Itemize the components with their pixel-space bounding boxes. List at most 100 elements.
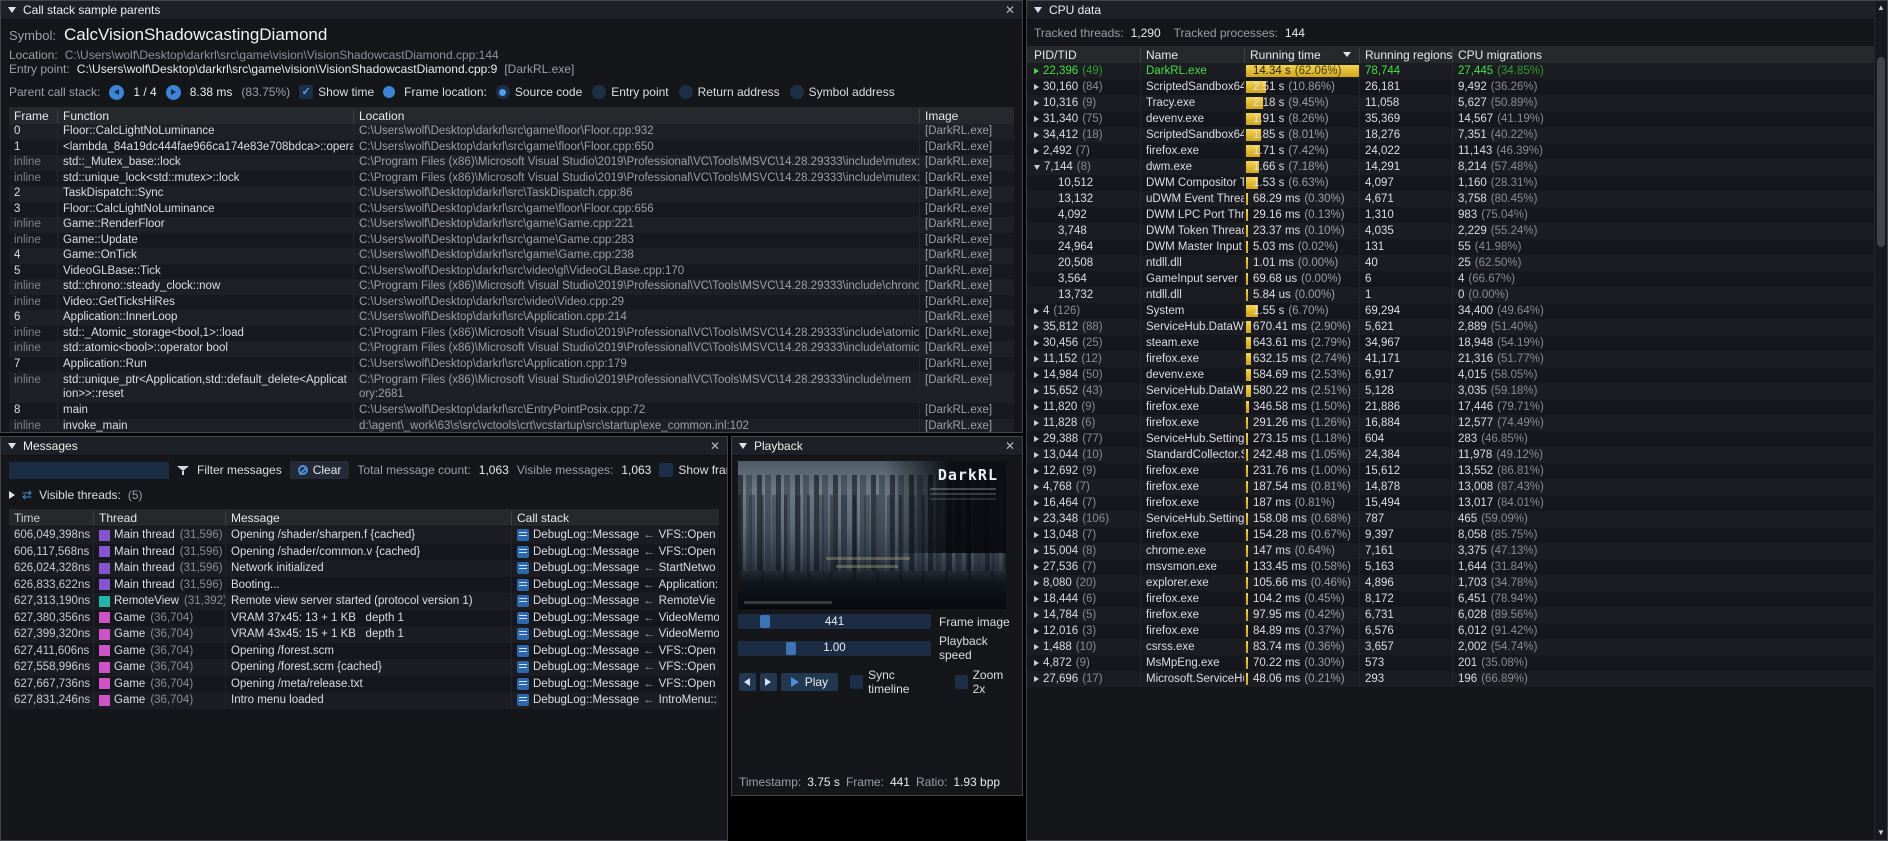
cpu-row[interactable]: 10,316(9)Tracy.exe2.18 s(9.45%)11,0585,6… — [1027, 95, 1874, 111]
cpu-row[interactable]: 13,048(7)firefox.exe154.28 ms(0.67%)9,39… — [1027, 527, 1874, 543]
cpu-row[interactable]: 4,872(9)MsMpEng.exe70.22 ms(0.30%)573201… — [1027, 655, 1874, 671]
callstack-cell[interactable]: DebugLog::Message←VideoMemo — [511, 626, 719, 643]
cpu-row[interactable]: 1,488(10)csrss.exe83.74 ms(0.36%)3,6572,… — [1027, 639, 1874, 655]
cpu-row[interactable]: 2,492(7)firefox.exe1.71 s(7.42%)24,02211… — [1027, 143, 1874, 159]
step-back-button[interactable] — [739, 673, 756, 691]
cpu-row[interactable]: 27,696(17)Microsoft.ServiceHub.Co48.06 m… — [1027, 671, 1874, 687]
column-pid-tid[interactable]: PID/TID — [1027, 48, 1140, 62]
callstack-row[interactable]: 6Application::InnerLoopC:\Users\wolf\Des… — [9, 310, 1014, 326]
visible-threads-row[interactable]: ⇄ Visible threads: (5) — [9, 487, 719, 503]
expand-arrow-icon[interactable] — [1034, 388, 1039, 394]
expand-arrow-icon[interactable] — [1034, 564, 1039, 570]
message-row[interactable]: 627,667,736nsGame(36,704)Opening /meta/r… — [9, 676, 719, 693]
show-frame-checkbox[interactable]: Show frame — [659, 463, 728, 477]
expand-arrow-icon[interactable] — [1034, 468, 1039, 474]
expand-arrow-icon[interactable] — [1034, 628, 1039, 634]
expand-arrow-icon[interactable] — [1034, 676, 1039, 682]
playback-titlebar[interactable]: Playback ✕ — [732, 437, 1022, 456]
collapse-icon[interactable] — [739, 443, 747, 449]
message-row[interactable]: 627,411,606nsGame(36,704)Opening /forest… — [9, 643, 719, 660]
scroll-up-icon[interactable]: ▲ — [1875, 4, 1887, 12]
messages-titlebar[interactable]: Messages ✕ — [1, 437, 727, 456]
messages-table-header[interactable]: Time Thread Message Call stack — [9, 509, 719, 526]
cpu-row[interactable]: 14,984(50)devenv.exe584.69 ms(2.53%)6,91… — [1027, 367, 1874, 383]
message-row[interactable]: 627,831,246nsGame(36,704)Intro menu load… — [9, 692, 719, 709]
callstack-cell[interactable]: DebugLog::Message←VFS::Open — [511, 544, 719, 561]
expand-arrow-icon[interactable] — [1034, 340, 1039, 346]
callstack-row[interactable]: 3Floor::CalcLightNoLuminanceC:\Users\wol… — [9, 202, 1014, 218]
expand-arrow-icon[interactable] — [1034, 548, 1039, 554]
cpu-row[interactable]: 31,340(75)devenv.exe1.91 s(8.26%)35,3691… — [1027, 111, 1874, 127]
callstack-row[interactable]: inlinestd::atomic<bool>::operator boolC:… — [9, 341, 1014, 357]
cpu-row[interactable]: 22,396(49)DarkRL.exe14.34 s(62.06%)78,74… — [1027, 63, 1874, 79]
callstack-row[interactable]: 4Game::OnTickC:\Users\wolf\Desktop\darkr… — [9, 248, 1014, 264]
cpu-row[interactable]: 11,152(12)firefox.exe632.15 ms(2.74%)41,… — [1027, 351, 1874, 367]
cpu-row[interactable]: 10,512DWM Compositor Thread1.53 s(6.63%)… — [1027, 175, 1874, 191]
callstack-row[interactable]: 8mainC:\Users\wolf\Desktop\darkrl\src\En… — [9, 403, 1014, 419]
zoom-2x-checkbox[interactable]: Zoom 2x — [955, 668, 1016, 696]
callstack-cell[interactable]: DebugLog::Message←Application: — [511, 577, 719, 594]
cpu-row[interactable]: 15,004(8)chrome.exe147 ms(0.64%)7,1613,3… — [1027, 543, 1874, 559]
show-time-checkbox[interactable]: ✓ Show time — [299, 85, 374, 99]
cpu-table-header[interactable]: PID/TID Name Running time Running region… — [1027, 46, 1874, 63]
callstack-row[interactable]: 2TaskDispatch::SyncC:\Users\wolf\Desktop… — [9, 186, 1014, 202]
callstack-cell[interactable]: DebugLog::Message←VFS::Open — [511, 676, 719, 693]
expand-arrow-icon[interactable] — [1034, 596, 1039, 602]
expand-arrow-icon[interactable] — [1034, 660, 1039, 666]
prev-parent-button[interactable] — [109, 85, 124, 100]
expand-arrow-icon[interactable] — [1034, 500, 1039, 506]
cpu-row[interactable]: 3,564GameInput server69.68 us(0.00%)64(6… — [1027, 271, 1874, 287]
cpu-row[interactable]: 4,092DWM LPC Port Thread29.16 ms(0.13%)1… — [1027, 207, 1874, 223]
column-callstack[interactable]: Call stack — [511, 511, 719, 525]
speed-slider[interactable]: 1.00 — [738, 641, 931, 656]
cpu-row[interactable]: 14,784(5)firefox.exe97.95 ms(0.42%)6,731… — [1027, 607, 1874, 623]
callstack-row[interactable]: 0Floor::CalcLightNoLuminanceC:\Users\wol… — [9, 124, 1014, 140]
message-row[interactable]: 627,558,996nsGame(36,704)Opening /forest… — [9, 659, 719, 676]
cpu-row[interactable]: 12,016(3)firefox.exe84.89 ms(0.37%)6,576… — [1027, 623, 1874, 639]
play-button[interactable]: Play — [781, 673, 838, 691]
callstack-cell[interactable]: DebugLog::Message←VFS::Open — [511, 527, 719, 544]
callstack-row[interactable]: inlineGame::UpdateC:\Users\wolf\Desktop\… — [9, 233, 1014, 249]
callstack-row[interactable]: inlineGame::RenderFloorC:\Users\wolf\Des… — [9, 217, 1014, 233]
callstack-row[interactable]: 7Application::RunC:\Users\wolf\Desktop\d… — [9, 357, 1014, 373]
message-row[interactable]: 606,049,398nsMain thread(31,596)Opening … — [9, 527, 719, 544]
step-forward-button[interactable] — [760, 673, 777, 691]
cpu-row[interactable]: 16,464(7)firefox.exe187 ms(0.81%)15,4941… — [1027, 495, 1874, 511]
next-parent-button[interactable] — [166, 85, 181, 100]
column-message[interactable]: Message — [225, 511, 511, 525]
cpu-row[interactable]: 4(126)System1.55 s(6.70%)69,29434,400(49… — [1027, 303, 1874, 319]
scrollbar-thumb[interactable] — [1877, 57, 1885, 247]
expand-arrow-icon[interactable] — [1034, 404, 1039, 410]
expand-arrow-icon[interactable] — [1034, 580, 1039, 586]
message-row[interactable]: 627,380,356nsGame(36,704)VRAM 37x45: 13 … — [9, 610, 719, 627]
cpu-row[interactable]: 4,768(7)firefox.exe187.54 ms(0.81%)14,87… — [1027, 479, 1874, 495]
column-thread[interactable]: Thread — [93, 511, 225, 525]
scrollbar[interactable]: ▲ ▼ — [1874, 1, 1887, 840]
expand-arrow-icon[interactable] — [1034, 420, 1039, 426]
column-running-time[interactable]: Running time — [1244, 48, 1359, 62]
expand-arrow-icon[interactable] — [1034, 436, 1039, 442]
callstack-row[interactable]: inlinestd::_Mutex_base::lockC:\Program F… — [9, 155, 1014, 171]
expand-arrow-icon[interactable] — [1034, 612, 1039, 618]
cpu-row[interactable]: 27,536(7)msvsmon.exe133.45 ms(0.58%)5,16… — [1027, 559, 1874, 575]
column-function[interactable]: Function — [57, 109, 353, 123]
cpu-row[interactable]: 18,444(6)firefox.exe104.2 ms(0.45%)8,172… — [1027, 591, 1874, 607]
cpu-row[interactable]: 24,964DWM Master Input Threa5.03 ms(0.02… — [1027, 239, 1874, 255]
expand-arrow-icon[interactable] — [1034, 148, 1039, 154]
frame-location-radio-return-address[interactable]: Return address — [679, 85, 780, 99]
callstack-row[interactable]: inlinestd::chrono::steady_clock::nowC:\P… — [9, 279, 1014, 295]
column-cpu-migrations[interactable]: CPU migrations — [1452, 48, 1874, 62]
cpu-row[interactable]: 30,160(84)ScriptedSandbox64.exe2.51 s(10… — [1027, 79, 1874, 95]
scroll-down-icon[interactable]: ▼ — [1875, 829, 1887, 837]
expand-arrow-icon[interactable] — [1034, 132, 1039, 138]
callstack-table-header[interactable]: Frame Function Location Image — [9, 107, 1014, 124]
expand-arrow-icon[interactable] — [1034, 324, 1039, 330]
cpu-row[interactable]: 23,348(106)ServiceHub.SettingsHost158.08… — [1027, 511, 1874, 527]
message-row[interactable]: 626,024,328nsMain thread(31,596)Network … — [9, 560, 719, 577]
callstack-row[interactable]: inlinestd::unique_lock<std::mutex>::lock… — [9, 171, 1014, 187]
cpu-row[interactable]: 20,508ntdll.dll1.01 ms(0.00%)4025(62.50%… — [1027, 255, 1874, 271]
expand-arrow-icon[interactable] — [1034, 308, 1039, 314]
frame-slider[interactable]: 441 — [738, 614, 931, 629]
sort-desc-icon[interactable] — [1343, 52, 1351, 57]
callstack-row[interactable]: 1<lambda_84a19dc444fae966ca174e83e708bdc… — [9, 140, 1014, 156]
